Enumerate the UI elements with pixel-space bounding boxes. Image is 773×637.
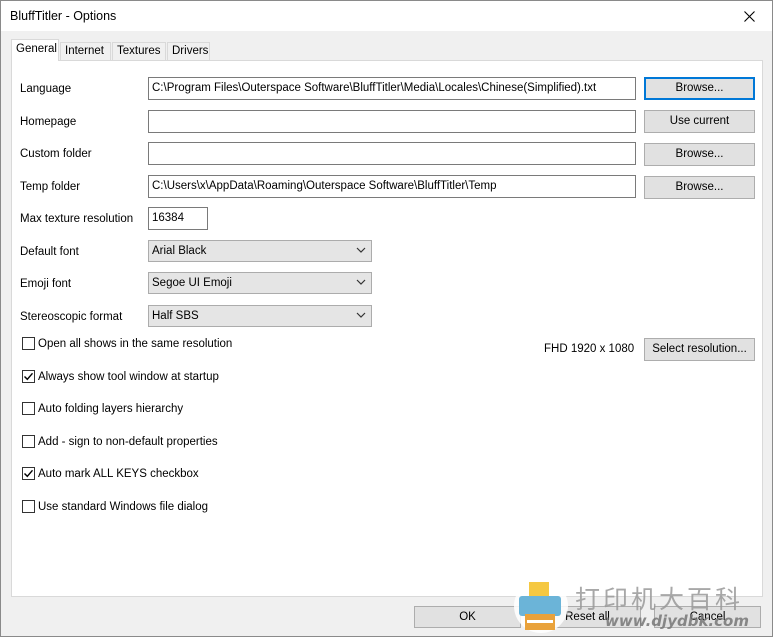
watermark-cn-text: 打印机大百科	[575, 585, 744, 614]
homepage-field[interactable]	[148, 110, 636, 133]
window-title: BluffTitler - Options	[10, 9, 117, 23]
custom-folder-browse-button[interactable]: Browse...	[644, 143, 755, 166]
checkbox-box[interactable]	[22, 435, 35, 448]
tab-general[interactable]: General	[11, 39, 59, 61]
close-icon	[743, 10, 755, 22]
tab-drivers[interactable]: Drivers	[167, 42, 210, 60]
chevron-down-icon	[356, 312, 366, 318]
checkbox-same-resolution[interactable]: Open all shows in the same resolution	[22, 337, 232, 350]
options-dialog: BluffTitler - Options General Internet T…	[0, 0, 773, 637]
homepage-label: Homepage	[20, 116, 77, 128]
language-browse-button[interactable]: Browse...	[644, 77, 755, 100]
language-label: Language	[20, 83, 72, 95]
emoji-font-select[interactable]: Segoe UI Emoji	[148, 272, 372, 294]
resolution-text: FHD 1920 x 1080	[544, 343, 635, 355]
chevron-down-icon	[356, 279, 366, 285]
watermark-url: www.djydbk.com	[605, 612, 749, 630]
emoji-font-value: Segoe UI Emoji	[152, 277, 232, 289]
stereo-format-label: Stereoscopic format	[20, 311, 123, 323]
checkbox-label: Auto mark ALL KEYS checkbox	[38, 467, 199, 480]
checkbox-label: Use standard Windows file dialog	[38, 500, 209, 513]
checkbox-box[interactable]	[22, 370, 35, 383]
temp-folder-label: Temp folder	[20, 181, 81, 193]
select-resolution-button[interactable]: Select resolution...	[644, 338, 755, 361]
checkbox-label: Open all shows in the same resolution	[38, 337, 233, 350]
stereo-format-value: Half SBS	[152, 310, 199, 322]
checkbox-auto-mark-all-keys[interactable]: Auto mark ALL KEYS checkbox	[22, 467, 199, 480]
checkbox-label: Always show tool window at startup	[38, 370, 219, 383]
chevron-down-icon	[356, 247, 366, 253]
printer-logo-icon	[514, 579, 568, 633]
use-current-button[interactable]: Use current	[644, 110, 755, 133]
language-field[interactable]: C:\Program Files\Outerspace Software\Blu…	[148, 77, 636, 100]
checkbox-box[interactable]	[22, 337, 35, 350]
checkbox-auto-folding[interactable]: Auto folding layers hierarchy	[22, 402, 183, 415]
ok-button[interactable]: OK	[414, 606, 521, 628]
title-bar: BluffTitler - Options	[1, 1, 772, 31]
checkbox-show-tool-window[interactable]: Always show tool window at startup	[22, 370, 219, 383]
checkbox-standard-file-dialog[interactable]: Use standard Windows file dialog	[22, 500, 208, 513]
checkbox-box[interactable]	[22, 467, 35, 480]
default-font-label: Default font	[20, 246, 79, 258]
max-texture-field[interactable]: 16384	[148, 207, 208, 230]
checkbox-box[interactable]	[22, 402, 35, 415]
checkmark-icon	[24, 469, 34, 478]
temp-folder-browse-button[interactable]: Browse...	[644, 176, 755, 199]
custom-folder-field[interactable]	[148, 142, 636, 165]
tab-textures[interactable]: Textures	[112, 42, 166, 60]
checkmark-icon	[24, 372, 34, 381]
default-font-value: Arial Black	[152, 245, 207, 257]
tab-internet[interactable]: Internet	[60, 42, 111, 60]
watermark: 打印机大百科 www.djydbk.com	[509, 574, 773, 637]
temp-folder-field[interactable]: C:\Users\x\AppData\Roaming\Outerspace So…	[148, 175, 636, 198]
default-font-select[interactable]: Arial Black	[148, 240, 372, 262]
close-button[interactable]	[726, 1, 772, 31]
custom-folder-label: Custom folder	[20, 148, 92, 160]
checkbox-non-default-sign[interactable]: Add - sign to non-default properties	[22, 435, 218, 448]
checkbox-label: Auto folding layers hierarchy	[38, 402, 184, 415]
general-panel: Language C:\Program Files\Outerspace Sof…	[11, 60, 763, 597]
checkbox-box[interactable]	[22, 500, 35, 513]
emoji-font-label: Emoji font	[20, 278, 72, 290]
stereo-format-select[interactable]: Half SBS	[148, 305, 372, 327]
max-texture-label: Max texture resolution	[20, 213, 134, 225]
checkbox-label: Add - sign to non-default properties	[38, 435, 218, 448]
